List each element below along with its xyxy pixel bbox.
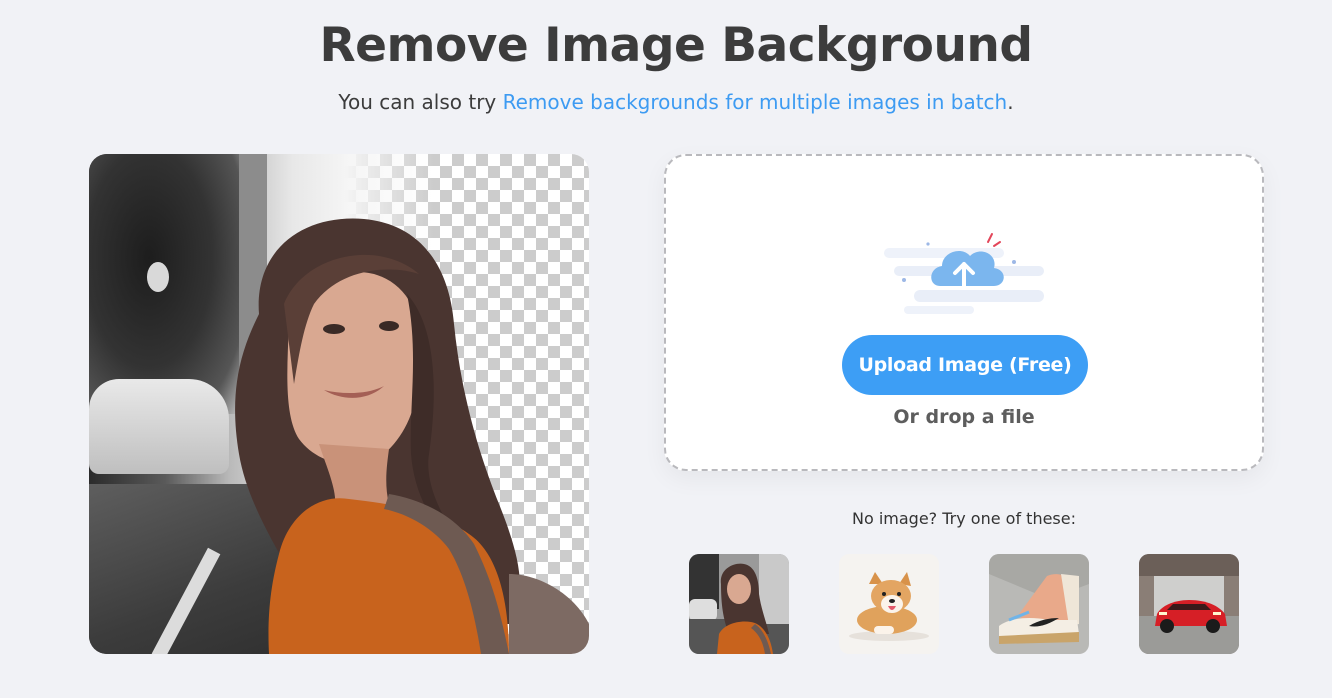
sample-dog-image[interactable]: [839, 554, 939, 654]
hero-example-image: [89, 154, 589, 654]
samples-label: No image? Try one of these:: [851, 509, 1076, 528]
batch-remove-link[interactable]: Remove backgrounds for multiple images i…: [503, 90, 1008, 114]
dog-thumbnail-icon: [839, 554, 939, 654]
drop-file-hint: Or drop a file: [893, 406, 1035, 428]
cloud-upload-icon: [884, 233, 1044, 314]
page-subtitle: You can also try Remove backgrounds for …: [0, 90, 1332, 114]
subtitle-prefix: You can also try: [338, 90, 503, 114]
sample-woman-image[interactable]: [689, 554, 789, 654]
sample-car-image[interactable]: [1139, 554, 1239, 654]
woman-thumbnail-icon: [689, 554, 789, 654]
woman-subject-image: [235, 218, 589, 654]
sample-shoe-image[interactable]: [989, 554, 1089, 654]
subtitle-suffix: .: [1007, 90, 1014, 114]
upload-image-button[interactable]: Upload Image (Free): [842, 335, 1088, 395]
car-thumbnail-icon: [1139, 554, 1239, 654]
page-title: Remove Image Background: [319, 18, 1033, 73]
shoe-thumbnail-icon: [989, 554, 1089, 654]
upload-dropzone[interactable]: Upload Image (Free) Or drop a file: [664, 154, 1264, 471]
